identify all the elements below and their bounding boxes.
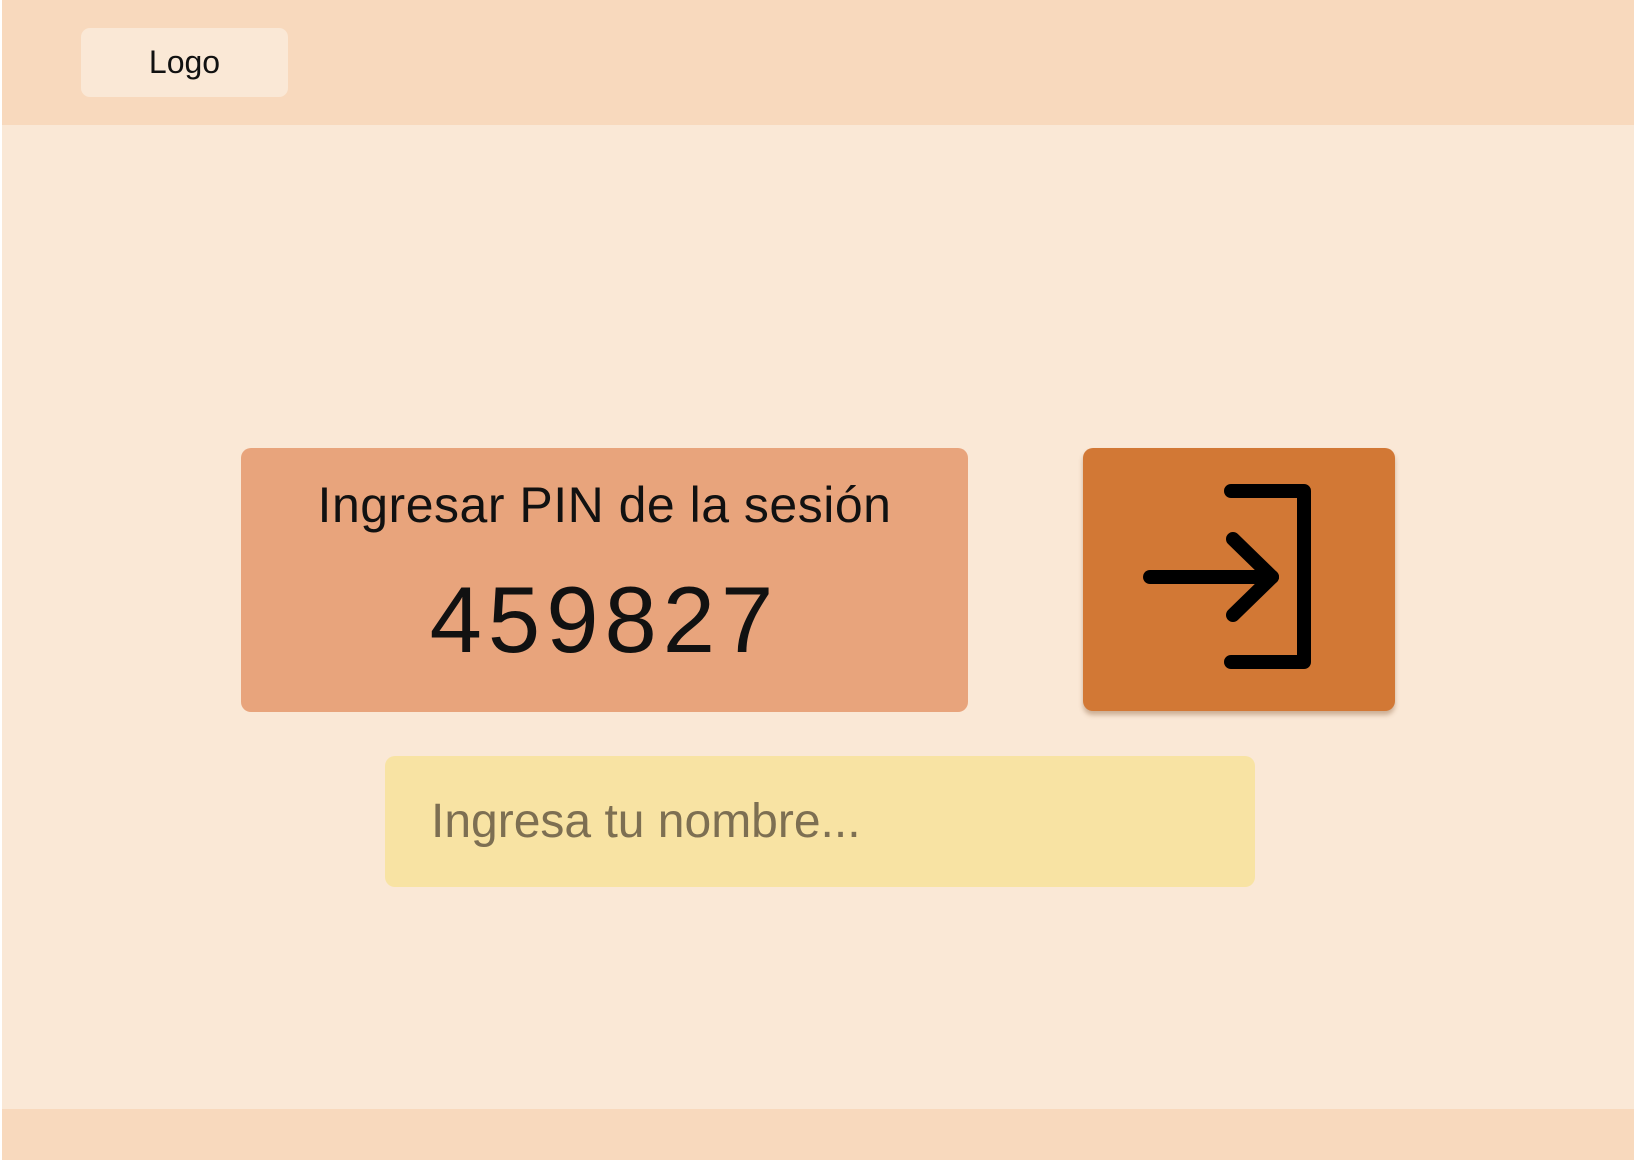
- pin-value: 459827: [429, 567, 780, 672]
- session-pin-card: Ingresar PIN de la sesión 459827: [241, 448, 968, 712]
- logo: Logo: [81, 28, 288, 97]
- login-arrow-icon: [1143, 484, 1311, 669]
- logo-label: Logo: [148, 44, 221, 80]
- header-bar: Logo: [2, 0, 1634, 125]
- pin-label: Ingresar PIN de la sesión: [317, 477, 892, 533]
- name-input[interactable]: [385, 756, 1255, 887]
- app-frame: Logo Ingresar PIN de la sesión 459827: [2, 0, 1634, 1160]
- enter-session-button[interactable]: [1083, 448, 1395, 711]
- footer-bar: [2, 1109, 1634, 1160]
